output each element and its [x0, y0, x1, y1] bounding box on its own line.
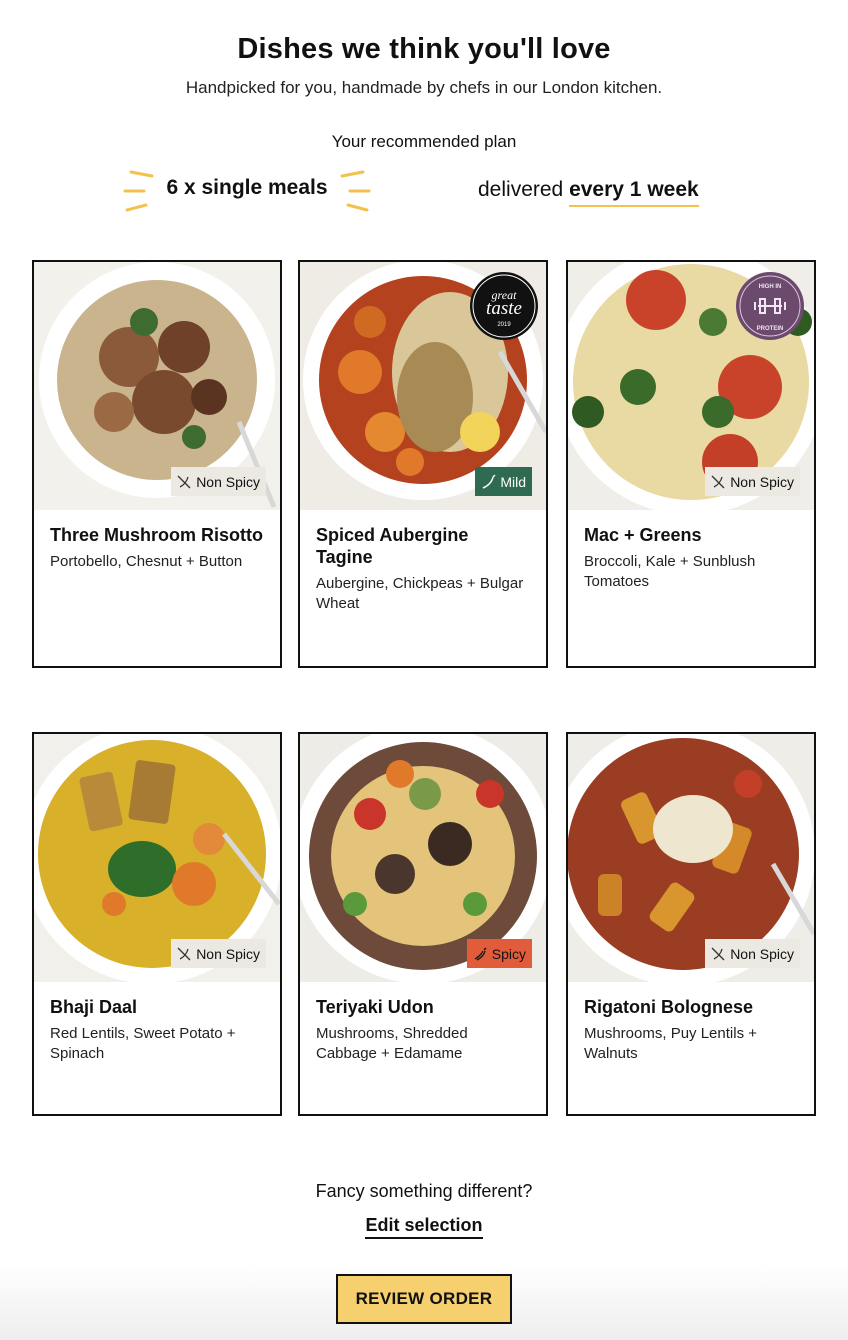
dish-name: Three Mushroom Risotto — [50, 525, 264, 545]
delivered-prefix: delivered — [478, 178, 564, 201]
non-spicy-icon — [711, 475, 725, 488]
dish-description: Broccoli, Kale + Sunblush Tomatoes — [584, 553, 756, 590]
dish-photo: great taste 2019 Mild — [300, 262, 546, 510]
dish-card[interactable]: Non Spicy Rigatoni Bolognese Mushrooms, … — [566, 732, 816, 1116]
dish-photo: Non Spicy — [568, 734, 814, 982]
delivery-frequency: delivered every 1 week — [478, 178, 699, 207]
dish-card[interactable]: Spicy Teriyaki Udon Mushrooms, Shredded … — [298, 732, 548, 1116]
non-spicy-icon — [711, 947, 725, 960]
svg-text:taste: taste — [486, 298, 522, 319]
non-spicy-icon — [177, 475, 191, 488]
dish-name: Rigatoni Bolognese — [584, 997, 754, 1017]
meals-count: 6 x single meals — [122, 170, 372, 214]
dish-card[interactable]: Non Spicy Three Mushroom Risotto Portobe… — [32, 260, 282, 668]
edit-selection-wrapper: Edit selection — [0, 1215, 848, 1239]
dish-description: Portobello, Chesnut + Button — [50, 553, 243, 570]
dish-name: Bhaji Daal — [50, 997, 138, 1017]
page-subtitle: Handpicked for you, handmade by chefs in… — [185, 78, 663, 97]
great-taste-award-icon: great taste 2019 — [470, 272, 538, 340]
dish-card[interactable]: HIGH IN PROTEIN Non Spicy Mac + Greens B… — [566, 260, 816, 668]
dish-card[interactable]: great taste 2019 Mild Spiced Aubergine T… — [298, 260, 548, 668]
dish-photo: Non Spicy — [34, 734, 280, 982]
dish-name: Teriyaki Udon — [316, 997, 434, 1017]
high-protein-badge-icon: HIGH IN PROTEIN — [736, 272, 804, 340]
spice-badge: Non Spicy — [171, 467, 266, 496]
spice-badge: Non Spicy — [705, 939, 800, 968]
spice-badge: Mild — [475, 467, 532, 496]
meals-count-label: 6 x single meals — [166, 176, 328, 199]
dish-card[interactable]: Non Spicy Bhaji Daal Red Lentils, Sweet … — [32, 732, 282, 1116]
dish-description: Mushrooms, Shredded Cabbage + Edamame — [316, 1025, 468, 1062]
spice-badge: Non Spicy — [705, 467, 800, 496]
dish-photo: HIGH IN PROTEIN Non Spicy — [568, 262, 814, 510]
chili-icon — [483, 474, 496, 489]
dish-description: Red Lentils, Sweet Potato + Spinach — [50, 1025, 236, 1062]
dish-description: Aubergine, Chickpeas + Bulgar Wheat — [316, 575, 524, 612]
plan-label: Your recommended plan — [331, 132, 517, 151]
svg-text:2019: 2019 — [497, 322, 511, 328]
non-spicy-icon — [177, 947, 191, 960]
dish-description: Mushrooms, Puy Lentils + Walnuts — [584, 1025, 757, 1062]
svg-text:PROTEIN: PROTEIN — [757, 326, 784, 332]
dish-photo: Spicy — [300, 734, 546, 982]
edit-selection-link[interactable]: Edit selection — [365, 1215, 483, 1239]
spice-badge: Spicy — [466, 939, 532, 968]
chili-icon — [474, 947, 487, 961]
review-order-button[interactable]: REVIEW ORDER — [336, 1274, 512, 1324]
fancy-something-prompt: Fancy something different? — [315, 1181, 533, 1201]
svg-text:HIGH IN: HIGH IN — [759, 284, 782, 290]
frequency-selector[interactable]: every 1 week — [569, 178, 699, 207]
dish-name: Mac + Greens — [584, 525, 702, 545]
dish-photo: Non Spicy — [34, 262, 280, 510]
spice-badge: Non Spicy — [171, 939, 266, 968]
page-title: Dishes we think you'll love — [237, 33, 611, 65]
dish-name: Spiced Aubergine Tagine — [316, 525, 469, 567]
